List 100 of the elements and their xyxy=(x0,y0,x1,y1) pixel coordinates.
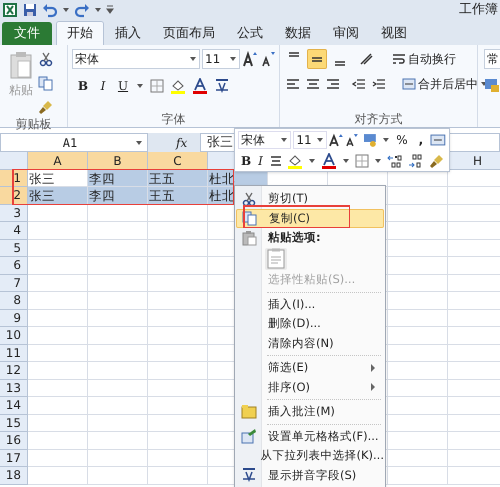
grow-font-icon[interactable] xyxy=(328,132,343,146)
wrap-text-button[interactable]: 自动换行 xyxy=(392,50,456,68)
table-cell[interactable] xyxy=(28,432,88,450)
row-header[interactable]: 8 xyxy=(0,292,28,310)
bold-button[interactable]: B xyxy=(76,77,90,95)
name-box[interactable]: A1 xyxy=(0,133,148,152)
vertical-align-button[interactable] xyxy=(307,49,327,69)
table-cell[interactable] xyxy=(28,362,88,380)
table-cell[interactable] xyxy=(148,450,208,467)
increase-indent-icon[interactable] xyxy=(372,78,386,90)
menu-item[interactable]: 显示拼音字段(S) xyxy=(236,466,384,485)
table-cell[interactable] xyxy=(388,432,448,450)
row-header[interactable]: 4 xyxy=(0,222,28,240)
merge-cells-icon[interactable] xyxy=(430,134,446,146)
table-cell[interactable] xyxy=(148,310,208,327)
menu-item[interactable]: 插入(I)... xyxy=(236,294,384,314)
row-header[interactable]: 16 xyxy=(0,432,28,450)
borders-icon[interactable] xyxy=(150,79,164,93)
row-header[interactable]: 3 xyxy=(0,204,28,222)
table-cell[interactable]: 张三 xyxy=(28,170,88,187)
table-cell[interactable] xyxy=(88,397,148,414)
table-cell[interactable]: 张三 xyxy=(28,187,88,204)
table-cell[interactable] xyxy=(388,344,448,362)
table-cell[interactable] xyxy=(88,467,148,484)
table-cell[interactable] xyxy=(148,467,208,484)
cut-icon[interactable] xyxy=(38,51,54,67)
font-color-icon[interactable] xyxy=(320,152,337,168)
underline-button[interactable]: U xyxy=(116,77,130,95)
table-cell[interactable] xyxy=(388,187,448,204)
fill-color-icon[interactable] xyxy=(286,152,303,168)
table-cell[interactable] xyxy=(28,450,88,467)
table-cell[interactable] xyxy=(388,204,448,222)
table-cell[interactable] xyxy=(88,240,148,257)
ribbon-tab[interactable]: 审阅 xyxy=(322,22,370,45)
table-cell[interactable] xyxy=(28,397,88,414)
row-header[interactable]: 10 xyxy=(0,327,28,344)
row-header[interactable]: 15 xyxy=(0,414,28,432)
ribbon-tab[interactable]: 数据 xyxy=(274,22,322,45)
dropdown-caret-icon[interactable] xyxy=(62,6,70,14)
table-cell[interactable] xyxy=(388,327,448,344)
table-cell[interactable] xyxy=(28,467,88,484)
font-name-dropdown[interactable]: 宋体 xyxy=(72,49,200,69)
ribbon-tab[interactable]: 开始 xyxy=(56,21,104,45)
dropdown-caret-icon[interactable] xyxy=(136,82,144,90)
number-format-dropdown[interactable]: 常 xyxy=(484,49,500,69)
table-cell[interactable] xyxy=(28,240,88,257)
customize-toolbar-icon[interactable] xyxy=(106,5,114,15)
bold-button[interactable]: B xyxy=(241,152,252,170)
copy-icon[interactable] xyxy=(38,75,54,91)
table-cell[interactable] xyxy=(28,414,88,432)
table-cell[interactable] xyxy=(388,222,448,240)
font-size-dropdown[interactable]: 11 xyxy=(293,130,327,148)
table-cell[interactable] xyxy=(88,450,148,467)
menu-item[interactable]: 筛选(E) xyxy=(236,358,384,378)
borders-icon[interactable] xyxy=(354,154,369,168)
table-cell[interactable] xyxy=(88,274,148,292)
table-cell[interactable] xyxy=(148,380,208,397)
save-icon[interactable] xyxy=(22,2,38,18)
table-cell[interactable] xyxy=(148,257,208,274)
font-size-dropdown[interactable]: 11 xyxy=(202,49,240,69)
italic-button[interactable]: I xyxy=(256,152,265,170)
insert-function-button[interactable]: fx xyxy=(176,134,200,152)
table-cell[interactable] xyxy=(88,222,148,240)
menu-item[interactable]: 从下拉列表中选择(K)... xyxy=(236,446,384,466)
table-cell[interactable] xyxy=(148,362,208,380)
table-cell[interactable] xyxy=(88,344,148,362)
undo-icon[interactable] xyxy=(42,2,58,18)
dropdown-caret-icon[interactable] xyxy=(342,156,350,164)
table-cell[interactable] xyxy=(88,327,148,344)
table-cell[interactable] xyxy=(28,310,88,327)
ribbon-tab[interactable]: 页面布局 xyxy=(152,22,226,45)
table-cell[interactable] xyxy=(148,397,208,414)
table-cell[interactable]: 李四 xyxy=(88,187,148,204)
redo-icon[interactable] xyxy=(74,2,90,18)
phonetic-icon[interactable] xyxy=(214,78,230,94)
table-cell[interactable] xyxy=(388,362,448,380)
table-cell[interactable] xyxy=(28,327,88,344)
row-header[interactable]: 17 xyxy=(0,450,28,467)
decrease-decimal-icon[interactable] xyxy=(408,154,424,168)
table-cell[interactable] xyxy=(148,327,208,344)
table-cell[interactable] xyxy=(148,432,208,450)
column-header[interactable]: A xyxy=(28,152,88,170)
grow-font-icon[interactable] xyxy=(242,51,258,67)
table-cell[interactable] xyxy=(388,292,448,310)
table-cell[interactable] xyxy=(148,274,208,292)
table-cell[interactable] xyxy=(388,414,448,432)
dropdown-caret-icon[interactable] xyxy=(374,156,382,164)
menu-item[interactable]: 复制(C) xyxy=(236,208,384,228)
table-cell[interactable] xyxy=(28,344,88,362)
table-cell[interactable] xyxy=(388,450,448,467)
row-header[interactable]: 18 xyxy=(0,467,28,484)
dropdown-caret-icon[interactable] xyxy=(94,6,102,14)
ribbon-tab[interactable]: 视图 xyxy=(370,22,418,45)
table-cell[interactable]: 王五 xyxy=(148,170,208,187)
table-cell[interactable] xyxy=(388,467,448,484)
merge-center-button[interactable]: 合并后居中 xyxy=(402,75,488,93)
font-color-icon[interactable] xyxy=(192,78,208,94)
table-cell[interactable] xyxy=(28,222,88,240)
menu-item[interactable]: 剪切(T) xyxy=(236,189,384,208)
conditional-format-icon[interactable] xyxy=(484,77,500,93)
